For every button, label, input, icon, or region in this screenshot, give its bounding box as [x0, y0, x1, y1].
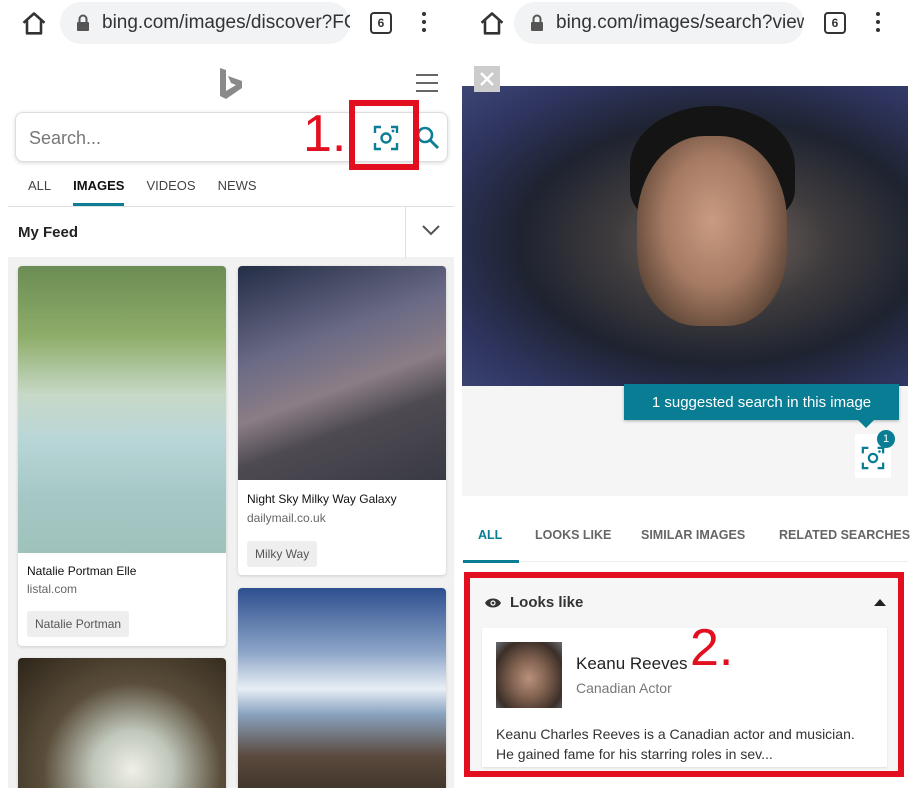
feed-title: My Feed [18, 224, 79, 241]
tab-images[interactable]: IMAGES [73, 178, 125, 206]
tab-related-searches[interactable]: RELATED SEARCHES [779, 528, 910, 542]
feed-bar: My Feed [8, 206, 454, 258]
bing-logo-icon[interactable] [218, 67, 244, 101]
feed-card-caption[interactable]: Natalie Portman Elle [27, 564, 136, 578]
tab-looks-like[interactable]: LOOKS LIKE [535, 528, 611, 542]
browser-toolbar: bing.com/images/discover?FC 6 [0, 0, 458, 48]
right-screenshot: bing.com/images/search?view 6 1 suggeste… [458, 0, 916, 788]
suggested-search-tooltip[interactable]: 1 suggested search in this image [624, 384, 899, 428]
feed-card-image[interactable] [238, 266, 446, 480]
highlight-box-1 [349, 100, 419, 170]
tab-all[interactable]: ALL [478, 528, 502, 542]
divider [405, 207, 406, 258]
address-bar[interactable]: bing.com/images/discover?FC [60, 2, 350, 44]
close-icon [480, 72, 494, 86]
feed-card-tag[interactable]: Natalie Portman [27, 611, 130, 637]
feed-card-caption[interactable]: Night Sky Milky Way Galaxy [247, 492, 397, 506]
address-bar[interactable]: bing.com/images/search?view [514, 2, 804, 44]
address-text: bing.com/images/search?view [556, 12, 804, 33]
visual-search-camera-icon [861, 446, 885, 470]
address-text: bing.com/images/discover?FC [102, 12, 350, 33]
suggestion-count-badge: 1 [877, 430, 895, 448]
entity-description: Keanu Charles Reeves is a Canadian actor… [496, 726, 855, 762]
looks-like-title: Looks like [510, 594, 584, 611]
feed-card-source[interactable]: listal.com [27, 582, 77, 596]
collapse-caret-icon[interactable] [874, 599, 886, 606]
feed-card-image[interactable] [238, 588, 446, 788]
menu-kebab-icon[interactable] [875, 12, 881, 36]
feed-card-source[interactable]: dailymail.co.uk [247, 511, 326, 525]
result-tabs: ALL LOOKS LIKE SIMILAR IMAGES RELATED SE… [462, 520, 910, 563]
tab-switcher-button[interactable]: 6 [824, 12, 846, 34]
looks-like-section: Looks like Keanu Reeves Canadian Actor K… [464, 572, 904, 777]
query-image[interactable] [462, 86, 908, 386]
feed-card[interactable] [18, 658, 226, 788]
hamburger-menu-icon[interactable] [416, 74, 438, 92]
home-icon[interactable] [20, 10, 48, 38]
feed-card[interactable] [238, 588, 446, 788]
lock-icon [77, 14, 89, 31]
step-2-annotation: 2. [690, 619, 734, 677]
feed-card-image[interactable] [18, 658, 226, 788]
feed-card[interactable]: Night Sky Milky Way Galaxy dailymail.co.… [238, 266, 446, 575]
feed-card[interactable]: Natalie Portman Elle listal.com Natalie … [18, 266, 226, 646]
lock-icon [531, 14, 543, 31]
query-image-face [637, 136, 787, 326]
tab-news[interactable]: NEWS [218, 178, 257, 206]
entity-name[interactable]: Keanu Reeves [576, 654, 688, 674]
entity-thumbnail[interactable] [496, 642, 562, 708]
left-screenshot: bing.com/images/discover?FC 6 Search... … [0, 0, 458, 788]
tab-switcher-button[interactable]: 6 [370, 12, 392, 34]
search-icon[interactable] [416, 126, 440, 150]
visual-search-button[interactable]: 1 [855, 430, 895, 478]
active-tab-indicator [463, 560, 519, 563]
step-1-annotation: 1. [303, 105, 347, 163]
close-button[interactable] [474, 66, 500, 92]
scope-tabs: ALL IMAGES VIDEOS NEWS [28, 178, 279, 206]
home-icon[interactable] [478, 10, 506, 38]
feed-card-image[interactable] [18, 266, 226, 553]
menu-kebab-icon[interactable] [421, 12, 427, 36]
feed-card-tag[interactable]: Milky Way [247, 541, 318, 567]
browser-toolbar: bing.com/images/search?view 6 [458, 0, 916, 48]
looks-like-header[interactable]: Looks like [484, 594, 583, 611]
tab-videos[interactable]: VIDEOS [146, 178, 195, 206]
entity-subtitle: Canadian Actor [576, 680, 672, 696]
chevron-down-icon[interactable] [422, 224, 440, 236]
entity-card[interactable]: Keanu Reeves Canadian Actor Keanu Charle… [482, 628, 887, 767]
tab-similar-images[interactable]: SIMILAR IMAGES [641, 528, 745, 542]
search-input[interactable]: Search... [29, 128, 101, 149]
eye-icon [485, 598, 501, 607]
tab-all[interactable]: ALL [28, 178, 51, 206]
